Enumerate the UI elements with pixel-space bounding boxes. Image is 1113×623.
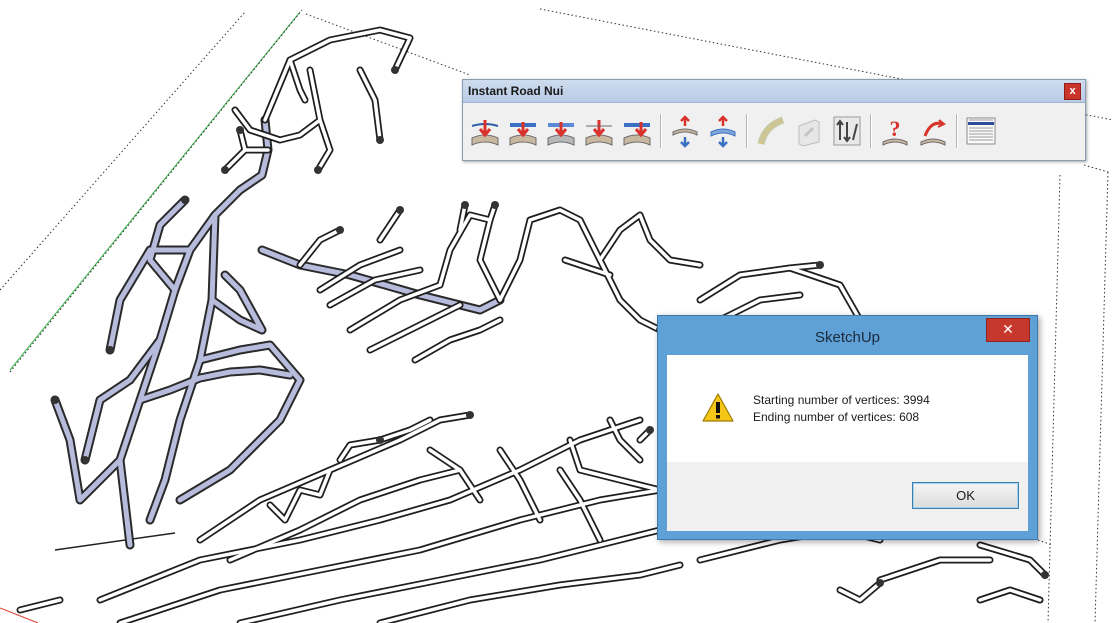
reverse-button[interactable] [916, 113, 950, 149]
road-curve-disabled-icon [798, 119, 820, 147]
road-down-arrow-icon [509, 122, 537, 146]
toolbar-separator [956, 114, 958, 148]
toolbar-separator [870, 114, 872, 148]
dialog-message: Starting number of vertices: 3994 Ending… [753, 392, 930, 426]
road-curve-icon [757, 116, 785, 145]
road-down-button-4[interactable] [582, 113, 616, 149]
ok-button[interactable]: OK [912, 482, 1019, 509]
road-updown-arrow-icon [672, 115, 698, 148]
road-down-button-5[interactable] [620, 113, 654, 149]
dialog-close-button[interactable]: ✕ [986, 318, 1030, 342]
road-down-arrow-gray-icon [547, 122, 575, 146]
help-button[interactable]: ? [878, 113, 912, 149]
toolbar-buttons: ? [468, 111, 1002, 151]
sketch-line [54, 532, 176, 551]
road-arrows-button[interactable] [830, 113, 864, 149]
road-down-arrow-icon [585, 120, 613, 146]
toolbar-close-button[interactable]: x [1064, 83, 1081, 100]
message-line-end: Ending number of vertices: 608 [753, 410, 920, 424]
road-down-button-3[interactable] [544, 113, 578, 149]
list-icon [966, 117, 996, 145]
svg-text:?: ? [890, 116, 901, 141]
dialog-body: Starting number of vertices: 3994 Ending… [667, 355, 1028, 462]
dialog-title-bar[interactable]: SketchUp [658, 316, 1037, 354]
toolbar-title: Instant Road Nui [468, 84, 564, 98]
road-updown-button-1[interactable] [668, 113, 702, 149]
toolbar-title-bar[interactable]: Instant Road Nui x [463, 80, 1085, 103]
warning-icon [702, 393, 734, 422]
road-down-button-2[interactable] [506, 113, 540, 149]
list-menu-button[interactable] [964, 113, 998, 149]
road-curve-button-1[interactable] [754, 113, 788, 149]
road-curve-button-2[interactable] [792, 113, 826, 149]
help-icon: ? [882, 116, 908, 146]
road-down-arrow-icon [623, 122, 651, 146]
dialog-title: SketchUp [814, 329, 881, 346]
toolbar-separator [746, 114, 748, 148]
road-down-arrow-icon [471, 120, 499, 146]
instant-road-toolbar: Instant Road Nui x ? [462, 79, 1086, 161]
toolbar-separator [660, 114, 662, 148]
dialog-footer: OK [667, 462, 1028, 531]
reverse-icon [920, 119, 946, 146]
message-line-start: Starting number of vertices: 3994 [753, 393, 930, 407]
road-updown-button-2[interactable] [706, 113, 740, 149]
sketchup-dialog: SketchUp ✕ Starting number of vertices: … [657, 315, 1038, 540]
road-updown-arrow-icon [710, 115, 736, 148]
road-arrows-icon [833, 116, 861, 146]
road-down-button-1[interactable] [468, 113, 502, 149]
